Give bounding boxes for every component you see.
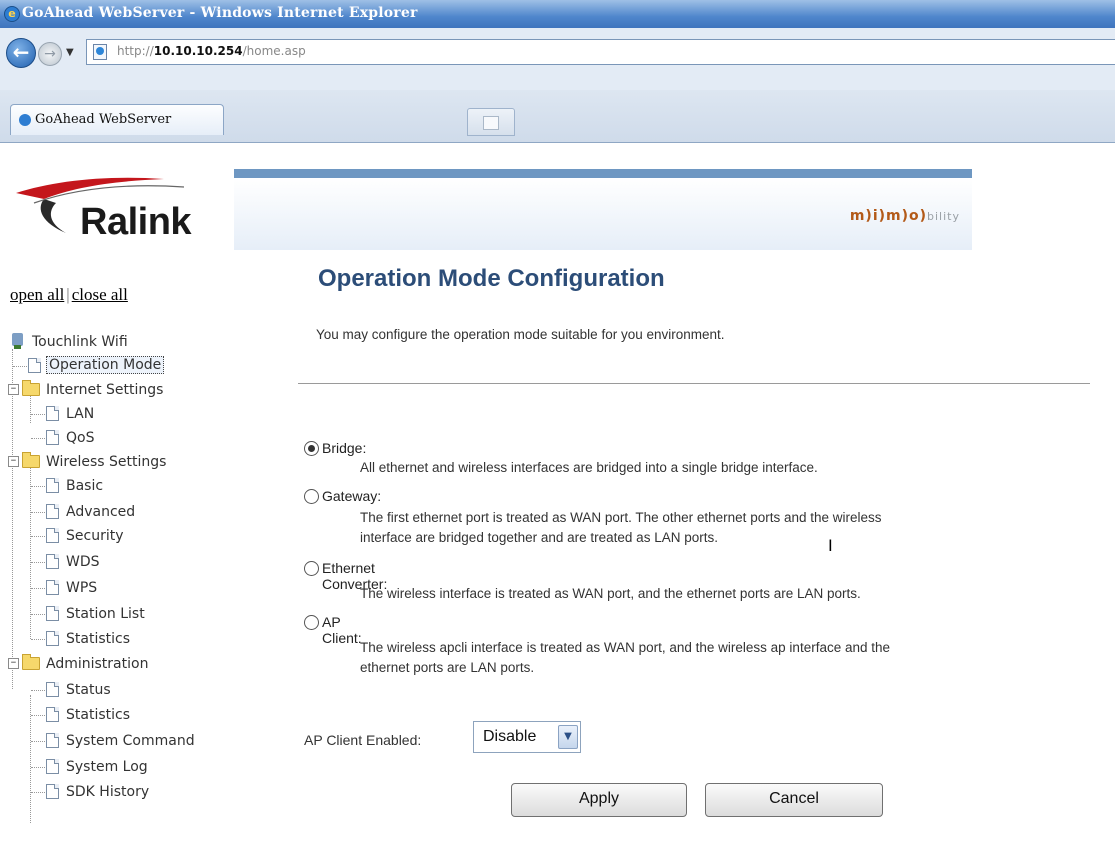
text-cursor-icon: I	[828, 536, 833, 555]
page-icon	[46, 430, 59, 445]
address-bar[interactable]: http://10.10.10.254/home.asp	[86, 39, 1115, 65]
tree-item-label: Operation Mode	[46, 356, 165, 374]
page-title: Operation Mode Configuration	[318, 265, 665, 292]
tree-controls: open all | close all	[10, 285, 128, 305]
banner-text-tail: bility	[927, 210, 960, 223]
banner-text-main: m)i)m)o)	[849, 208, 928, 224]
option-description: The wireless apcli interface is treated …	[360, 640, 891, 655]
open-all-link[interactable]: open all	[10, 285, 64, 304]
ap-client-enabled-select[interactable]: Disable ▼	[473, 721, 581, 753]
select-value: Disable	[483, 728, 537, 745]
forward-arrow-icon: →	[44, 46, 56, 62]
computer-icon	[12, 333, 23, 349]
tree-item-label: Security	[66, 528, 124, 544]
page-icon	[46, 554, 59, 569]
ap-client-radio[interactable]	[304, 615, 319, 630]
tree-item-label: QoS	[66, 430, 95, 446]
collapse-icon: −	[8, 456, 19, 467]
page-content: Ralink m)i)m)o)bility open all | close all…	[0, 143, 1115, 841]
tab-title: GoAhead WebServer	[35, 112, 172, 127]
tree-item-label: Statistics	[66, 631, 130, 647]
window-title: GoAhead WebServer - Windows Internet Exp…	[22, 5, 418, 21]
page-icon	[46, 528, 59, 543]
page-icon	[46, 478, 59, 493]
tree-item-label: System Log	[66, 759, 148, 775]
back-arrow-icon: ←	[12, 40, 30, 64]
page-description: You may configure the operation mode sui…	[316, 327, 725, 342]
folder-open-icon	[22, 654, 40, 670]
cancel-button[interactable]: Cancel	[705, 783, 883, 817]
page-icon	[46, 733, 59, 748]
page-icon	[46, 682, 59, 697]
page-icon	[46, 504, 59, 519]
page-icon	[46, 707, 59, 722]
header-banner: m)i)m)o)bility	[234, 169, 972, 250]
gateway-radio[interactable]	[304, 489, 319, 504]
browser-navbar: ← → ▼ http://10.10.10.254/home.asp	[0, 28, 1115, 90]
logo-text: Ralink	[80, 201, 192, 243]
tree-item-label: Status	[66, 682, 111, 698]
page-icon	[46, 631, 59, 646]
bridge-radio[interactable]	[304, 441, 319, 456]
page-icon	[46, 606, 59, 621]
tree-item-label: SDK History	[66, 784, 150, 800]
option-label: AP Client:	[322, 614, 362, 646]
mimobility-logo: m)i)m)o)bility	[850, 208, 960, 224]
recent-pages-dropdown-icon[interactable]: ▼	[66, 47, 74, 58]
collapse-icon: −	[8, 384, 19, 395]
browser-tab[interactable]: GoAhead WebServer	[10, 104, 224, 135]
page-icon	[46, 406, 59, 421]
back-button[interactable]: ←	[6, 38, 36, 68]
page-icon	[46, 759, 59, 774]
window-titlebar: e GoAhead WebServer - Windows Internet E…	[0, 0, 1115, 28]
tree-item-label: WDS	[66, 554, 100, 570]
tab-ie-icon	[19, 114, 31, 126]
url-text[interactable]: http://10.10.10.254/home.asp	[117, 44, 306, 58]
tree-item-label: Basic	[66, 478, 104, 494]
collapse-icon: −	[8, 658, 19, 669]
ie-logo-icon: e	[4, 6, 20, 22]
url-path: /home.asp	[242, 44, 306, 58]
tree-root-label: Touchlink Wifi	[32, 334, 128, 350]
tree-item-label: WPS	[66, 580, 98, 596]
tree-item-label: Statistics	[66, 707, 130, 723]
new-tab-icon	[483, 116, 499, 130]
apply-button[interactable]: Apply	[511, 783, 687, 817]
new-tab-button[interactable]	[467, 108, 515, 136]
tree-folder-label: Internet Settings	[46, 382, 164, 398]
url-host: 10.10.10.254	[153, 44, 243, 58]
folder-open-icon	[22, 380, 40, 396]
option-description: All ethernet and wireless interfaces are…	[360, 460, 818, 475]
tree-folder-label: Administration	[46, 656, 149, 672]
ethernet-converter-radio[interactable]	[304, 561, 319, 576]
tree-item-label: LAN	[66, 406, 95, 422]
page-icon	[46, 784, 59, 799]
tree-item-label: Advanced	[66, 504, 136, 520]
page-icon	[28, 358, 41, 373]
tree-item-label: Station List	[66, 606, 145, 622]
divider	[298, 383, 1090, 384]
url-prefix: http://	[117, 44, 154, 58]
tree-folder-label: Wireless Settings	[46, 454, 167, 470]
close-all-link[interactable]: close all	[72, 285, 128, 304]
option-label: Bridge:	[322, 440, 367, 456]
ralink-logo: Ralink	[14, 163, 214, 243]
chevron-down-icon[interactable]: ▼	[558, 725, 578, 749]
option-label: Gateway:	[322, 488, 382, 504]
option-description: interface are bridged together and are t…	[360, 530, 718, 545]
page-icon	[93, 44, 107, 60]
option-description: ethernet ports are LAN ports.	[360, 660, 535, 675]
forward-button[interactable]: →	[38, 42, 62, 66]
ap-client-enabled-label: AP Client Enabled:	[304, 732, 422, 748]
option-description: The first ethernet port is treated as WA…	[360, 510, 882, 525]
browser-tabbar: GoAhead WebServer	[0, 90, 1115, 143]
tree-item-label: System Command	[66, 733, 195, 749]
separator: |	[66, 285, 70, 304]
folder-open-icon	[22, 452, 40, 468]
page-icon	[46, 580, 59, 595]
option-description: The wireless interface is treated as WAN…	[360, 586, 861, 601]
